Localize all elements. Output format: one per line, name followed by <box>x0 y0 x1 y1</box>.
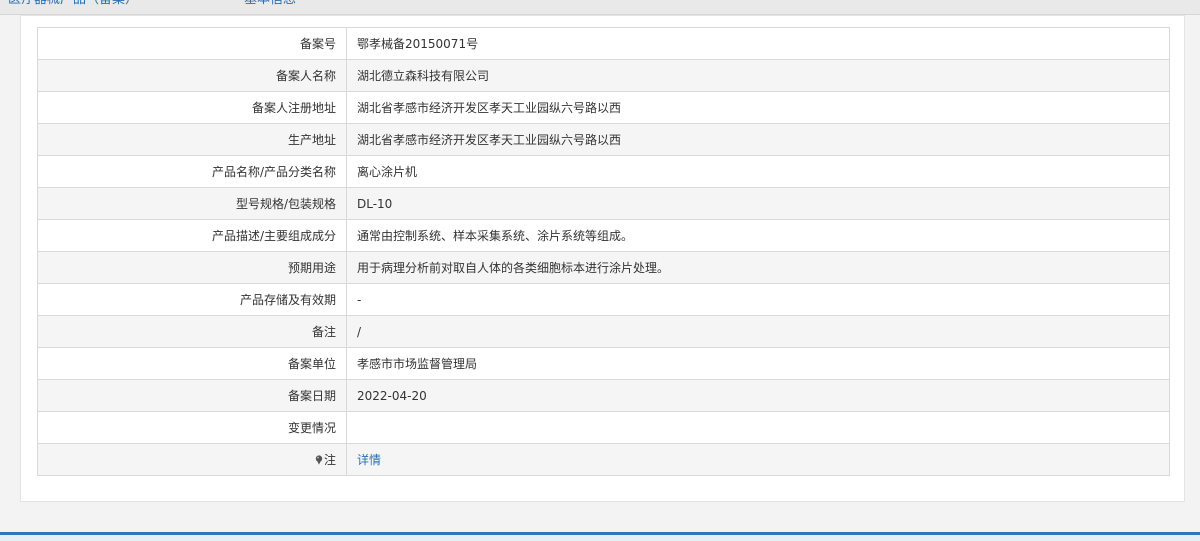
field-value: 湖北德立森科技有限公司 <box>346 59 1170 92</box>
table-row: 产品名称/产品分类名称 离心涂片机 <box>37 155 1170 188</box>
field-label-note: 注 <box>37 443 347 476</box>
table-row: 注 详情 <box>37 443 1170 476</box>
footer <box>0 535 1200 541</box>
field-label: 预期用途 <box>37 251 347 284</box>
field-label: 备案人注册地址 <box>37 91 347 124</box>
field-value: 湖北省孝感市经济开发区孝天工业园纵六号路以西 <box>346 91 1170 124</box>
field-value: 通常由控制系统、样本采集系统、涂片系统等组成。 <box>346 219 1170 252</box>
field-value <box>346 411 1170 444</box>
field-label: 型号规格/包装规格 <box>37 187 347 220</box>
table-row: 备案单位 孝感市市场监督管理局 <box>37 347 1170 380</box>
table-row: 生产地址 湖北省孝感市经济开发区孝天工业园纵六号路以西 <box>37 123 1170 156</box>
field-label: 生产地址 <box>37 123 347 156</box>
table-row: 备案日期 2022-04-20 <box>37 379 1170 412</box>
field-value: 孝感市市场监督管理局 <box>346 347 1170 380</box>
table-row: 备注 / <box>37 315 1170 348</box>
table-row: 预期用途 用于病理分析前对取自人体的各类细胞标本进行涂片处理。 <box>37 251 1170 284</box>
detail-panel: 备案号 鄂孝械备20150071号 备案人名称 湖北德立森科技有限公司 备案人注… <box>20 15 1185 502</box>
table-row: 型号规格/包装规格 DL-10 <box>37 187 1170 220</box>
field-value: 湖北省孝感市经济开发区孝天工业园纵六号路以西 <box>346 123 1170 156</box>
field-label: 产品描述/主要组成成分 <box>37 219 347 252</box>
field-label: 产品名称/产品分类名称 <box>37 155 347 188</box>
field-value: 2022-04-20 <box>346 379 1170 412</box>
field-value: 详情 <box>346 443 1170 476</box>
breadcrumb-category-link[interactable]: 医疗器械产品（备案） <box>8 0 138 8</box>
record-detail-table: 备案号 鄂孝械备20150071号 备案人名称 湖北德立森科技有限公司 备案人注… <box>37 27 1170 476</box>
field-value: DL-10 <box>346 187 1170 220</box>
field-label: 备案单位 <box>37 347 347 380</box>
table-row: 产品描述/主要组成成分 通常由控制系统、样本采集系统、涂片系统等组成。 <box>37 219 1170 252</box>
breadcrumb-current: 基本信息 <box>244 0 296 8</box>
pin-icon <box>315 453 323 465</box>
table-row: 产品存储及有效期 - <box>37 283 1170 316</box>
field-value: / <box>346 315 1170 348</box>
table-row: 备案号 鄂孝械备20150071号 <box>37 27 1170 60</box>
note-label: 注 <box>323 452 336 467</box>
field-value: - <box>346 283 1170 316</box>
field-label: 备案号 <box>37 27 347 60</box>
field-label: 备案日期 <box>37 379 347 412</box>
table-row: 备案人注册地址 湖北省孝感市经济开发区孝天工业园纵六号路以西 <box>37 91 1170 124</box>
field-label: 备案人名称 <box>37 59 347 92</box>
breadcrumb: 医疗器械产品（备案） 基本信息 <box>0 0 1200 15</box>
field-value: 用于病理分析前对取自人体的各类细胞标本进行涂片处理。 <box>346 251 1170 284</box>
field-label: 变更情况 <box>37 411 347 444</box>
field-value: 离心涂片机 <box>346 155 1170 188</box>
details-link[interactable]: 详情 <box>357 453 381 467</box>
table-row: 备案人名称 湖北德立森科技有限公司 <box>37 59 1170 92</box>
table-row: 变更情况 <box>37 411 1170 444</box>
field-value: 鄂孝械备20150071号 <box>346 27 1170 60</box>
field-label: 备注 <box>37 315 347 348</box>
field-label: 产品存储及有效期 <box>37 283 347 316</box>
